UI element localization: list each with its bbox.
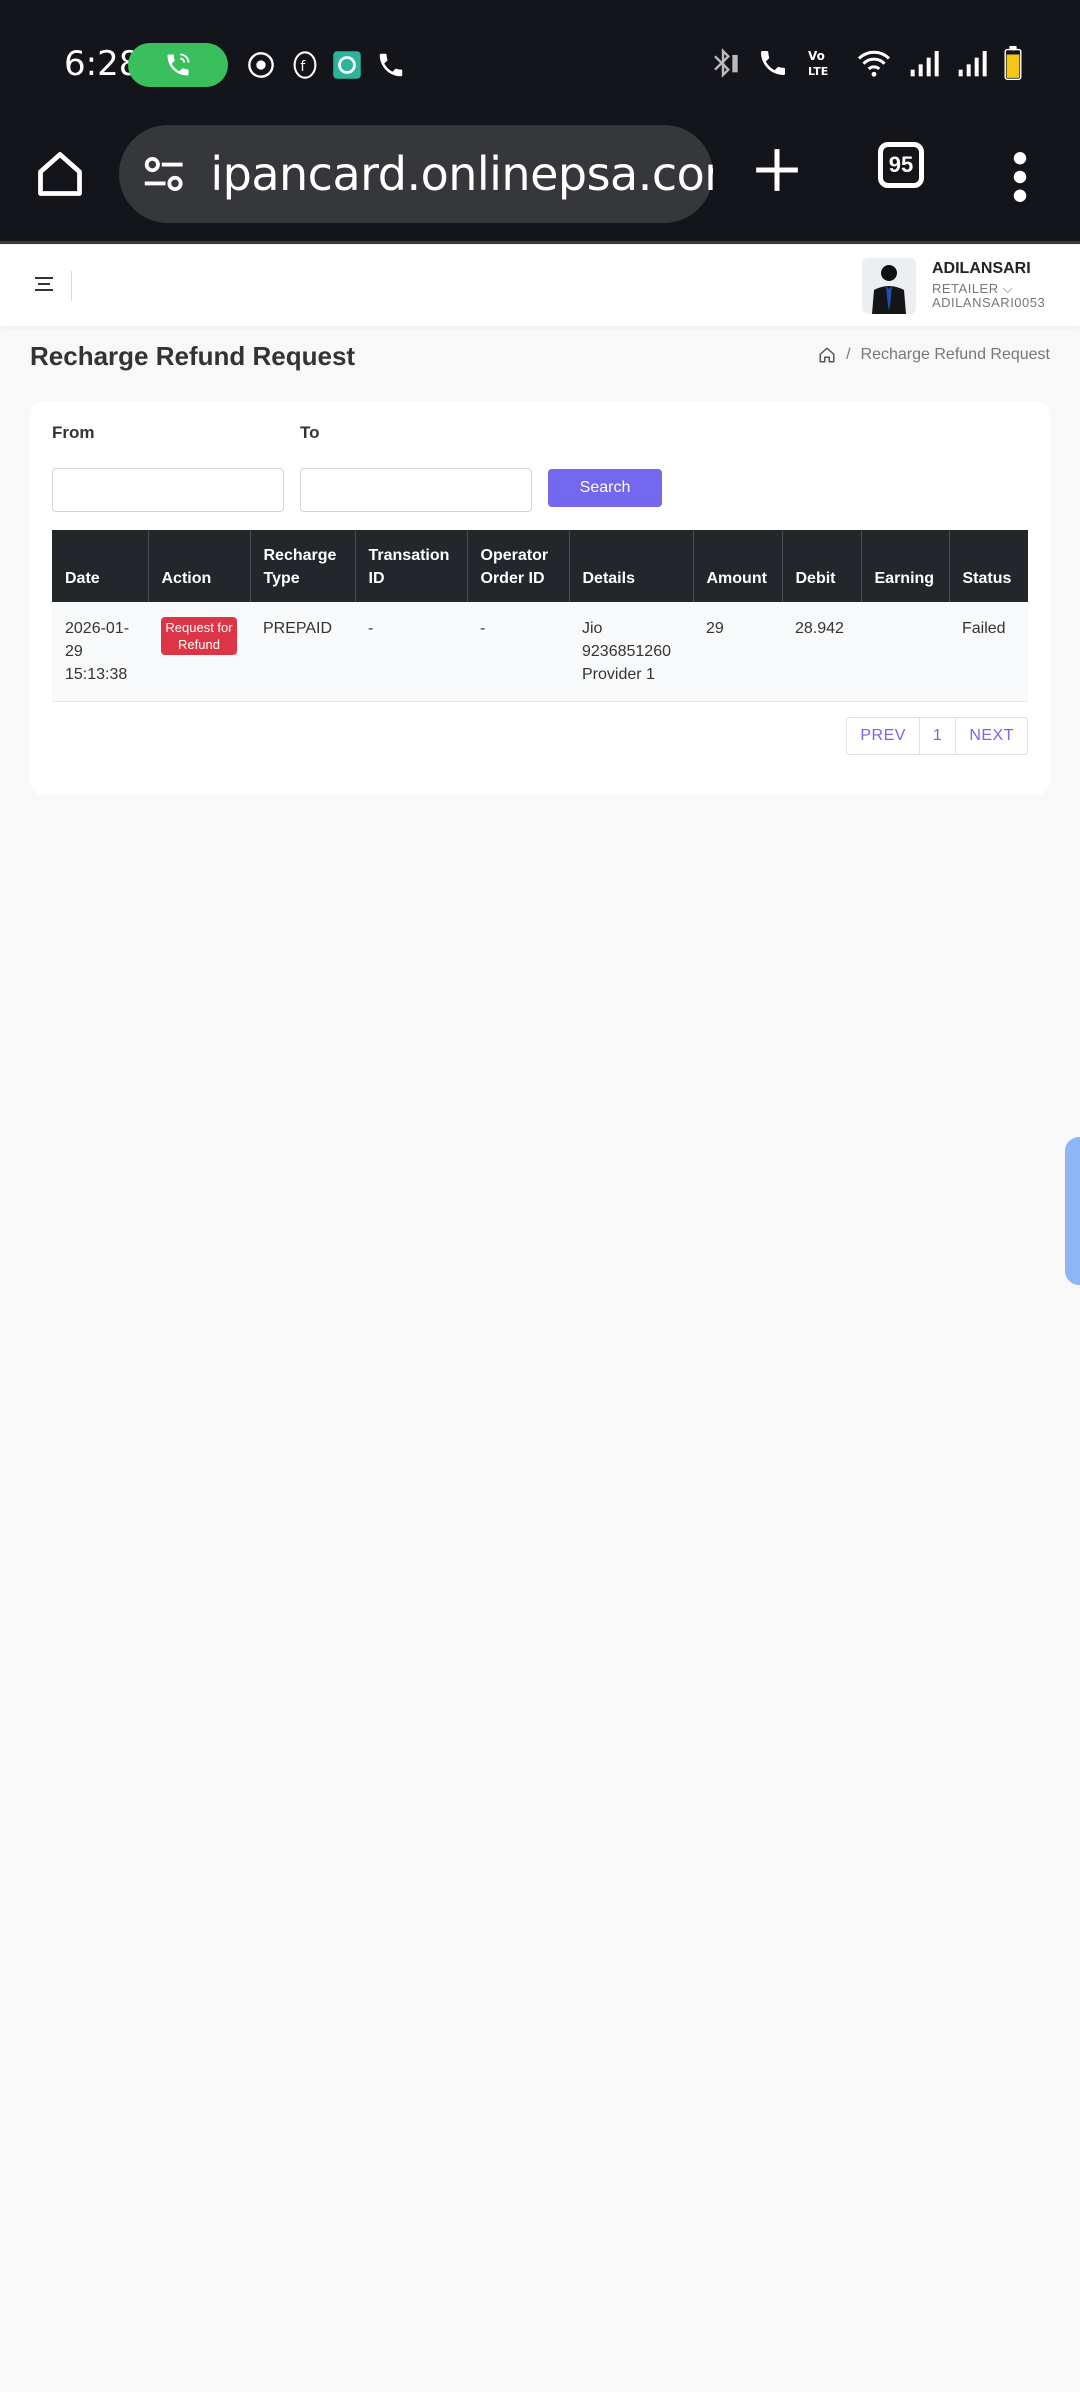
cell-amount: 29 [693,602,782,702]
battery-icon [1004,46,1022,80]
floating-side-tab[interactable] [1065,1137,1080,1285]
svg-text:Vo: Vo [808,49,825,63]
col-transaction-id: Transation ID [355,530,468,602]
signal-icon-2 [958,51,987,77]
cell-debit: 28.942 [782,602,861,702]
from-label: From [52,423,95,442]
cell-status: Failed [949,602,1028,702]
cell-action: Request for Refund [148,602,250,702]
cell-operator-order-id: - [467,602,569,702]
signal-icon-1 [910,51,939,77]
app-notification-icon: f [288,48,322,82]
cell-details: Jio 9236851260 Provider 1 [569,602,693,702]
home-icon[interactable] [34,148,86,200]
svg-text:LTE: LTE [808,65,828,78]
user-id: ADILANSARI0053 [932,295,1046,310]
page-title: Recharge Refund Request [30,341,356,371]
pagination: PREV 1 NEXT [846,717,1028,755]
site-settings-icon[interactable] [141,151,186,197]
table-row: 2026-01-29 15:13:38 Request for Refund P… [52,602,1028,702]
request-refund-button[interactable]: Request for Refund [161,617,237,655]
refund-request-card: From To Search Date Action Recharge Type… [30,401,1050,795]
address-bar[interactable]: ipancard.onlinepsa.com [119,125,713,223]
header-divider [71,271,72,301]
new-tab-icon[interactable] [752,145,802,195]
app-header: ADILANSARI RETAILER ⌵ ADILANSARI0053 [0,245,1080,326]
phone-call-icon [167,53,190,76]
page-1-button[interactable]: 1 [920,718,957,754]
breadcrumb-separator: / [846,346,851,363]
from-date-input[interactable] [52,468,284,512]
prev-page-button[interactable]: PREV [847,718,920,754]
breadcrumb-current: Recharge Refund Request [860,346,1050,363]
cell-date: 2026-01-29 15:13:38 [52,602,148,702]
home-breadcrumb-icon[interactable] [818,346,836,364]
col-debit: Debit [782,530,862,602]
svg-text:f: f [300,59,306,75]
url-text[interactable]: ipancard.onlinepsa.com [210,147,713,201]
to-label: To [300,423,320,442]
col-details: Details [569,530,694,602]
volte-icon: Vo LTE [808,49,828,78]
payment-app-icon [330,48,364,82]
bluetooth-icon [714,48,738,78]
hd-call-icon [761,51,785,75]
refund-table: Date Action Recharge Type Transation ID … [52,530,1028,702]
col-date: Date [52,530,149,602]
col-status: Status [949,530,1028,602]
col-operator-order-id: Operator Order ID [467,530,570,602]
menu-toggle-icon[interactable] [34,275,54,293]
phone-icon [374,48,408,82]
col-earning: Earning [861,530,950,602]
search-button[interactable]: Search [548,469,662,507]
status-bar: 6:28 f Vo LTE [0,0,1080,122]
chrome-icon [244,48,278,82]
browser-toolbar: ipancard.onlinepsa.com 95 [0,122,1080,244]
cell-earning [861,602,949,702]
next-page-button[interactable]: NEXT [956,718,1027,754]
col-amount: Amount [693,530,783,602]
table-header-row: Date Action Recharge Type Transation ID … [52,530,1028,602]
tab-switcher-button[interactable]: 95 [878,142,924,188]
more-menu-icon[interactable] [1010,152,1030,202]
cell-transaction-id: - [355,602,467,702]
col-recharge-type: Recharge Type [250,530,356,602]
to-date-input[interactable] [300,468,532,512]
wifi-icon [857,50,891,77]
avatar[interactable] [862,258,916,314]
user-name[interactable]: ADILANSARI [932,260,1031,278]
cell-recharge-type: PREPAID [250,602,355,702]
breadcrumb: / Recharge Refund Request [818,346,1050,364]
ongoing-call-indicator[interactable] [128,43,228,87]
col-action: Action [148,530,251,602]
